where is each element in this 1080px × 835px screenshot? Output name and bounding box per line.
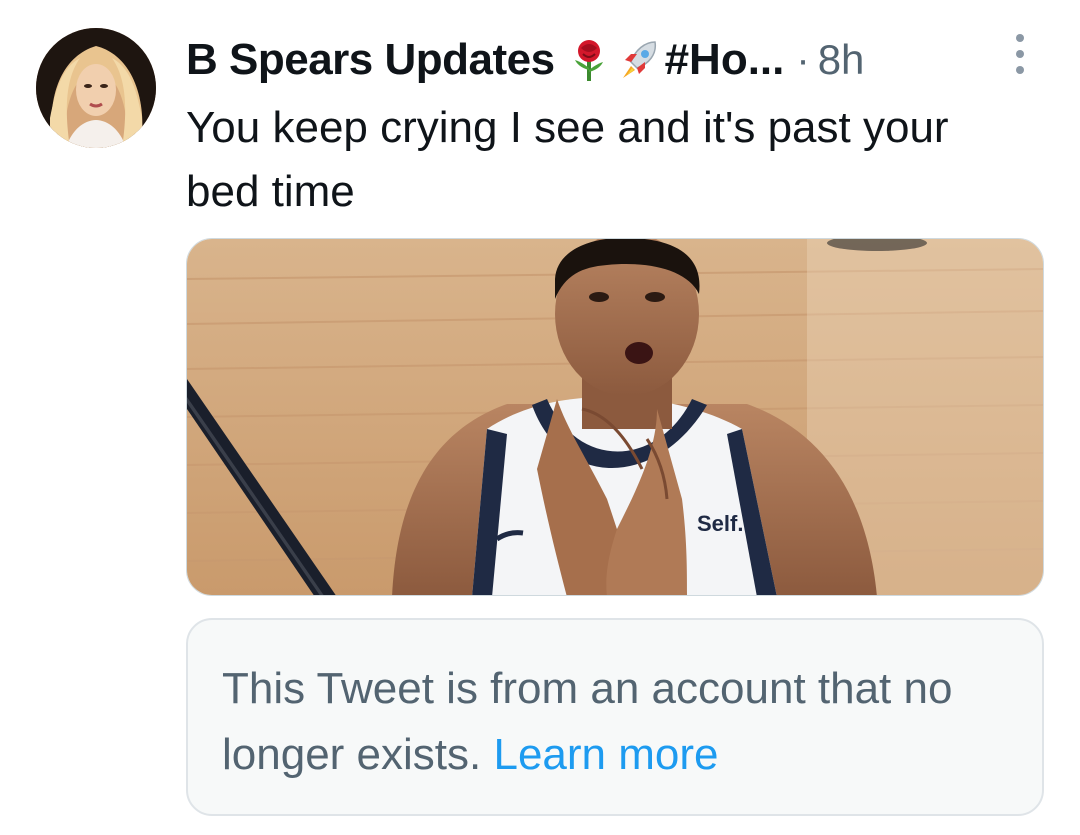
jersey-sponsor-text: Self. <box>697 511 743 536</box>
separator-dot: · <box>796 37 810 82</box>
avatar-image <box>36 28 156 148</box>
learn-more-link[interactable]: Learn more <box>493 730 718 779</box>
deleted-account-notice: This Tweet is from an account that no lo… <box>186 618 1044 816</box>
more-dot <box>1016 34 1024 42</box>
more-options-icon[interactable] <box>1004 34 1036 74</box>
tweet-header: B Spears Updates #Ho... · 8h <box>186 30 864 90</box>
media-image: Self. <box>187 239 1043 595</box>
rocket-emoji <box>619 38 659 82</box>
more-dot <box>1016 50 1024 58</box>
display-name[interactable]: B Spears Updates <box>186 35 555 85</box>
display-name-suffix: #Ho... <box>664 35 785 84</box>
tweet: B Spears Updates #Ho... · 8h You keep cr… <box>0 0 1080 835</box>
timestamp[interactable]: 8h <box>818 36 865 84</box>
tweet-text: You keep crying I see and it's past your… <box>186 103 949 216</box>
tweet-media[interactable]: Self. <box>186 238 1044 596</box>
rose-emoji <box>569 38 609 82</box>
more-dot <box>1016 66 1024 74</box>
avatar[interactable] <box>36 28 156 148</box>
